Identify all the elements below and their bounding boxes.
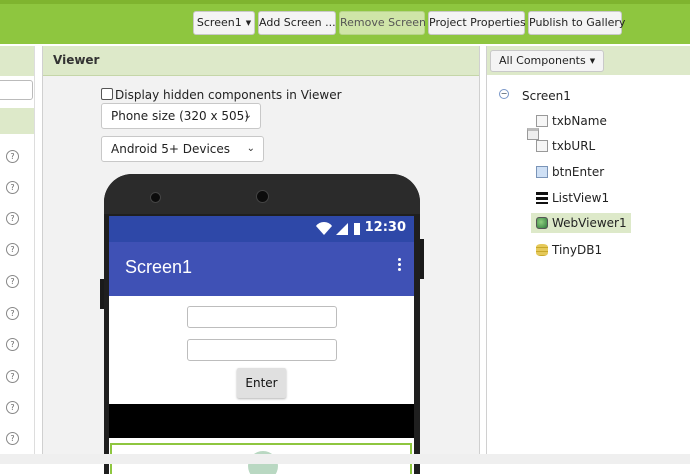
project-properties-button[interactable]: Project Properties bbox=[428, 11, 526, 35]
tree-item-label: TinyDB1 bbox=[552, 243, 603, 257]
tree-item-label: ListView1 bbox=[552, 191, 610, 205]
screen-select-label: Screen1 bbox=[196, 16, 242, 29]
hidden-components-checkbox[interactable] bbox=[101, 88, 113, 100]
help-icon[interactable]: ? bbox=[6, 275, 19, 288]
sensor-icon bbox=[150, 192, 161, 203]
help-icon[interactable]: ? bbox=[6, 401, 19, 414]
tree-item-label: btnEnter bbox=[552, 165, 605, 179]
help-icon[interactable]: ? bbox=[6, 307, 19, 320]
device-type-value: Android 5+ Devices bbox=[111, 142, 231, 156]
camera-icon bbox=[256, 190, 269, 203]
components-filter-dropdown[interactable]: All Components ▼ bbox=[490, 50, 605, 72]
help-icon[interactable]: ? bbox=[6, 432, 19, 445]
hidden-components-label: Display hidden components in Viewer bbox=[115, 88, 342, 102]
txburl-textbox[interactable] bbox=[187, 339, 337, 361]
phone-mockup: 12:30 Screen1 Enter bbox=[100, 174, 424, 474]
tree-item-label: txbName bbox=[552, 114, 607, 128]
viewer-title: Viewer bbox=[53, 53, 100, 67]
help-icon[interactable]: ? bbox=[6, 181, 19, 194]
caret-down-icon: ▼ bbox=[589, 57, 596, 65]
tree-item-btnenter[interactable]: btnEnter bbox=[536, 162, 604, 182]
components-panel: All Components ▼ − Screen1 txbName txbURL… bbox=[486, 46, 690, 464]
phone-side-button bbox=[420, 239, 424, 279]
textbox-icon bbox=[536, 140, 548, 152]
tree-item-screen1[interactable]: Screen1 bbox=[522, 86, 571, 140]
webviewer-icon bbox=[536, 217, 548, 229]
button-icon bbox=[536, 166, 548, 178]
listview-icon bbox=[536, 192, 548, 204]
enter-button[interactable]: Enter bbox=[237, 368, 286, 398]
app-bar: Screen1 bbox=[109, 242, 414, 296]
textbox-icon bbox=[536, 115, 548, 127]
status-bar: 12:30 bbox=[109, 216, 414, 242]
help-icon[interactable]: ? bbox=[6, 370, 19, 383]
help-icon[interactable]: ? bbox=[6, 243, 19, 256]
overflow-menu-icon[interactable] bbox=[398, 258, 402, 273]
palette-header bbox=[0, 46, 34, 76]
phone-screen: 12:30 Screen1 Enter bbox=[109, 216, 414, 474]
txbname-textbox[interactable] bbox=[187, 306, 337, 328]
chevron-down-icon: ⌄ bbox=[246, 143, 255, 154]
add-screen-button[interactable]: Add Screen ... bbox=[258, 11, 336, 35]
phone-side-button bbox=[100, 279, 104, 309]
phone-size-select[interactable]: Phone size (320 x 505) ⌄ bbox=[101, 103, 261, 129]
viewer-panel: Viewer Display hidden components in View… bbox=[42, 46, 480, 474]
screen-select-dropdown[interactable]: Screen1 ▼ bbox=[193, 11, 255, 35]
components-filter-label: All Components bbox=[499, 54, 586, 67]
chevron-down-icon: ⌄ bbox=[243, 110, 252, 121]
viewer-header: Viewer bbox=[43, 46, 479, 76]
phone-size-value: Phone size (320 x 505) bbox=[111, 109, 249, 123]
phone-bezel bbox=[104, 174, 420, 214]
bottom-scrollbar[interactable] bbox=[0, 454, 690, 464]
tree-item-label: Screen1 bbox=[522, 89, 571, 103]
remove-screen-button[interactable]: Remove Screen bbox=[339, 11, 426, 35]
tree-item-tinydb1[interactable]: TinyDB1 bbox=[536, 240, 602, 260]
tree-item-listview1[interactable]: ListView1 bbox=[536, 188, 609, 208]
app-title: Screen1 bbox=[125, 257, 193, 277]
publish-to-gallery-button[interactable]: Publish to Gallery bbox=[528, 11, 625, 35]
caret-down-icon: ▼ bbox=[245, 19, 252, 27]
collapse-icon[interactable]: − bbox=[499, 89, 509, 99]
battery-icon bbox=[354, 223, 360, 235]
top-toolbar: Screen1 ▼ Add Screen ... Remove Screen Pr… bbox=[0, 0, 690, 44]
status-icons bbox=[316, 222, 360, 235]
tree-item-label: WebViewer1 bbox=[552, 216, 627, 230]
database-icon bbox=[536, 244, 548, 256]
toolbar-strip bbox=[0, 0, 690, 4]
help-icon[interactable]: ? bbox=[6, 338, 19, 351]
components-header: All Components ▼ bbox=[487, 46, 690, 75]
palette-category-header[interactable] bbox=[0, 108, 34, 134]
signal-icon bbox=[336, 223, 348, 235]
palette-panel: ? ? ? ? ? ? ? ? ? ? bbox=[0, 46, 35, 464]
status-time: 12:30 bbox=[364, 220, 406, 235]
help-icon[interactable]: ? bbox=[6, 150, 19, 163]
help-icon[interactable]: ? bbox=[6, 212, 19, 225]
listview-area[interactable] bbox=[109, 404, 414, 438]
hidden-components-row: Display hidden components in Viewer bbox=[101, 88, 342, 102]
tree-item-webviewer1[interactable]: WebViewer1 bbox=[531, 213, 631, 233]
tree-item-txbname[interactable]: txbName bbox=[536, 111, 607, 131]
tree-item-txburl[interactable]: txbURL bbox=[536, 136, 595, 156]
tree-item-label: txbURL bbox=[552, 139, 596, 153]
device-type-select[interactable]: Android 5+ Devices ⌄ bbox=[101, 136, 264, 162]
wifi-icon bbox=[316, 222, 332, 235]
palette-search-input[interactable] bbox=[0, 80, 33, 100]
